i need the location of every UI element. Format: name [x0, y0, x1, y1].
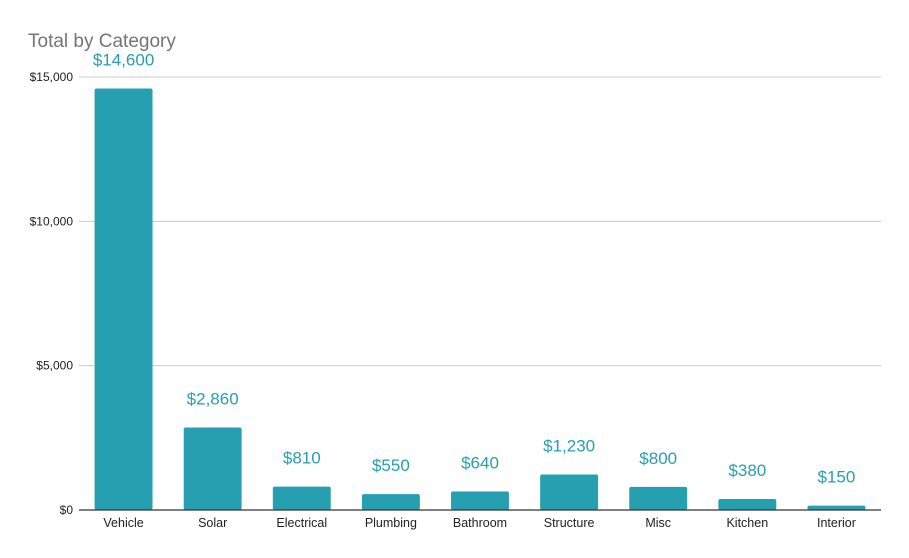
bar-vehicle[interactable] [94, 88, 153, 511]
x-tick-label: Structure [544, 516, 595, 530]
gridlines [79, 76, 881, 367]
data-label: $1,230 [543, 436, 595, 455]
bar-solar[interactable] [183, 427, 242, 510]
bars [94, 88, 866, 511]
x-axis-ticks: Vehicle Solar Electrical Plumbing Bathroom St… [103, 516, 855, 530]
data-label: $640 [461, 454, 499, 473]
y-tick-label: $0 [60, 503, 74, 517]
bar-plumbing[interactable] [361, 494, 420, 510]
y-tick-label: $5,000 [36, 359, 73, 373]
data-label: $380 [728, 461, 766, 480]
bar-structure[interactable] [540, 474, 599, 510]
x-tick-label: Misc [645, 516, 671, 530]
y-tick-label: $10,000 [30, 214, 74, 228]
data-label: $800 [639, 449, 677, 468]
data-label: $810 [283, 449, 321, 468]
bar-bathroom[interactable] [451, 491, 509, 510]
x-tick-label: Plumbing [365, 516, 417, 530]
bar-kitchen[interactable] [718, 499, 777, 510]
x-tick-label: Electrical [276, 516, 327, 530]
y-tick-label: $15,000 [30, 70, 74, 84]
data-label: $150 [818, 468, 856, 487]
data-label: $2,860 [187, 389, 239, 408]
y-axis-ticks: $0 $5,000 $10,000 $15,000 [30, 70, 74, 517]
chart-title: Total by Category [28, 31, 176, 52]
data-label: $550 [372, 456, 410, 475]
x-tick-label: Solar [198, 516, 227, 530]
bar-electrical[interactable] [272, 486, 331, 510]
x-tick-label: Vehicle [103, 516, 143, 530]
x-tick-label: Interior [817, 516, 856, 530]
data-label: $14,600 [93, 51, 154, 70]
x-tick-label: Bathroom [453, 516, 507, 530]
bar-interior[interactable] [807, 505, 866, 510]
data-labels: $14,600 $2,860 $810 $550 $640 $1,230 $800 $380 $… [93, 51, 856, 487]
bar-misc[interactable] [629, 486, 688, 510]
x-tick-label: Kitchen [726, 516, 768, 530]
bar-chart: Total by Category $0 $5,000 $10,000 $15,000… [28, 31, 881, 530]
